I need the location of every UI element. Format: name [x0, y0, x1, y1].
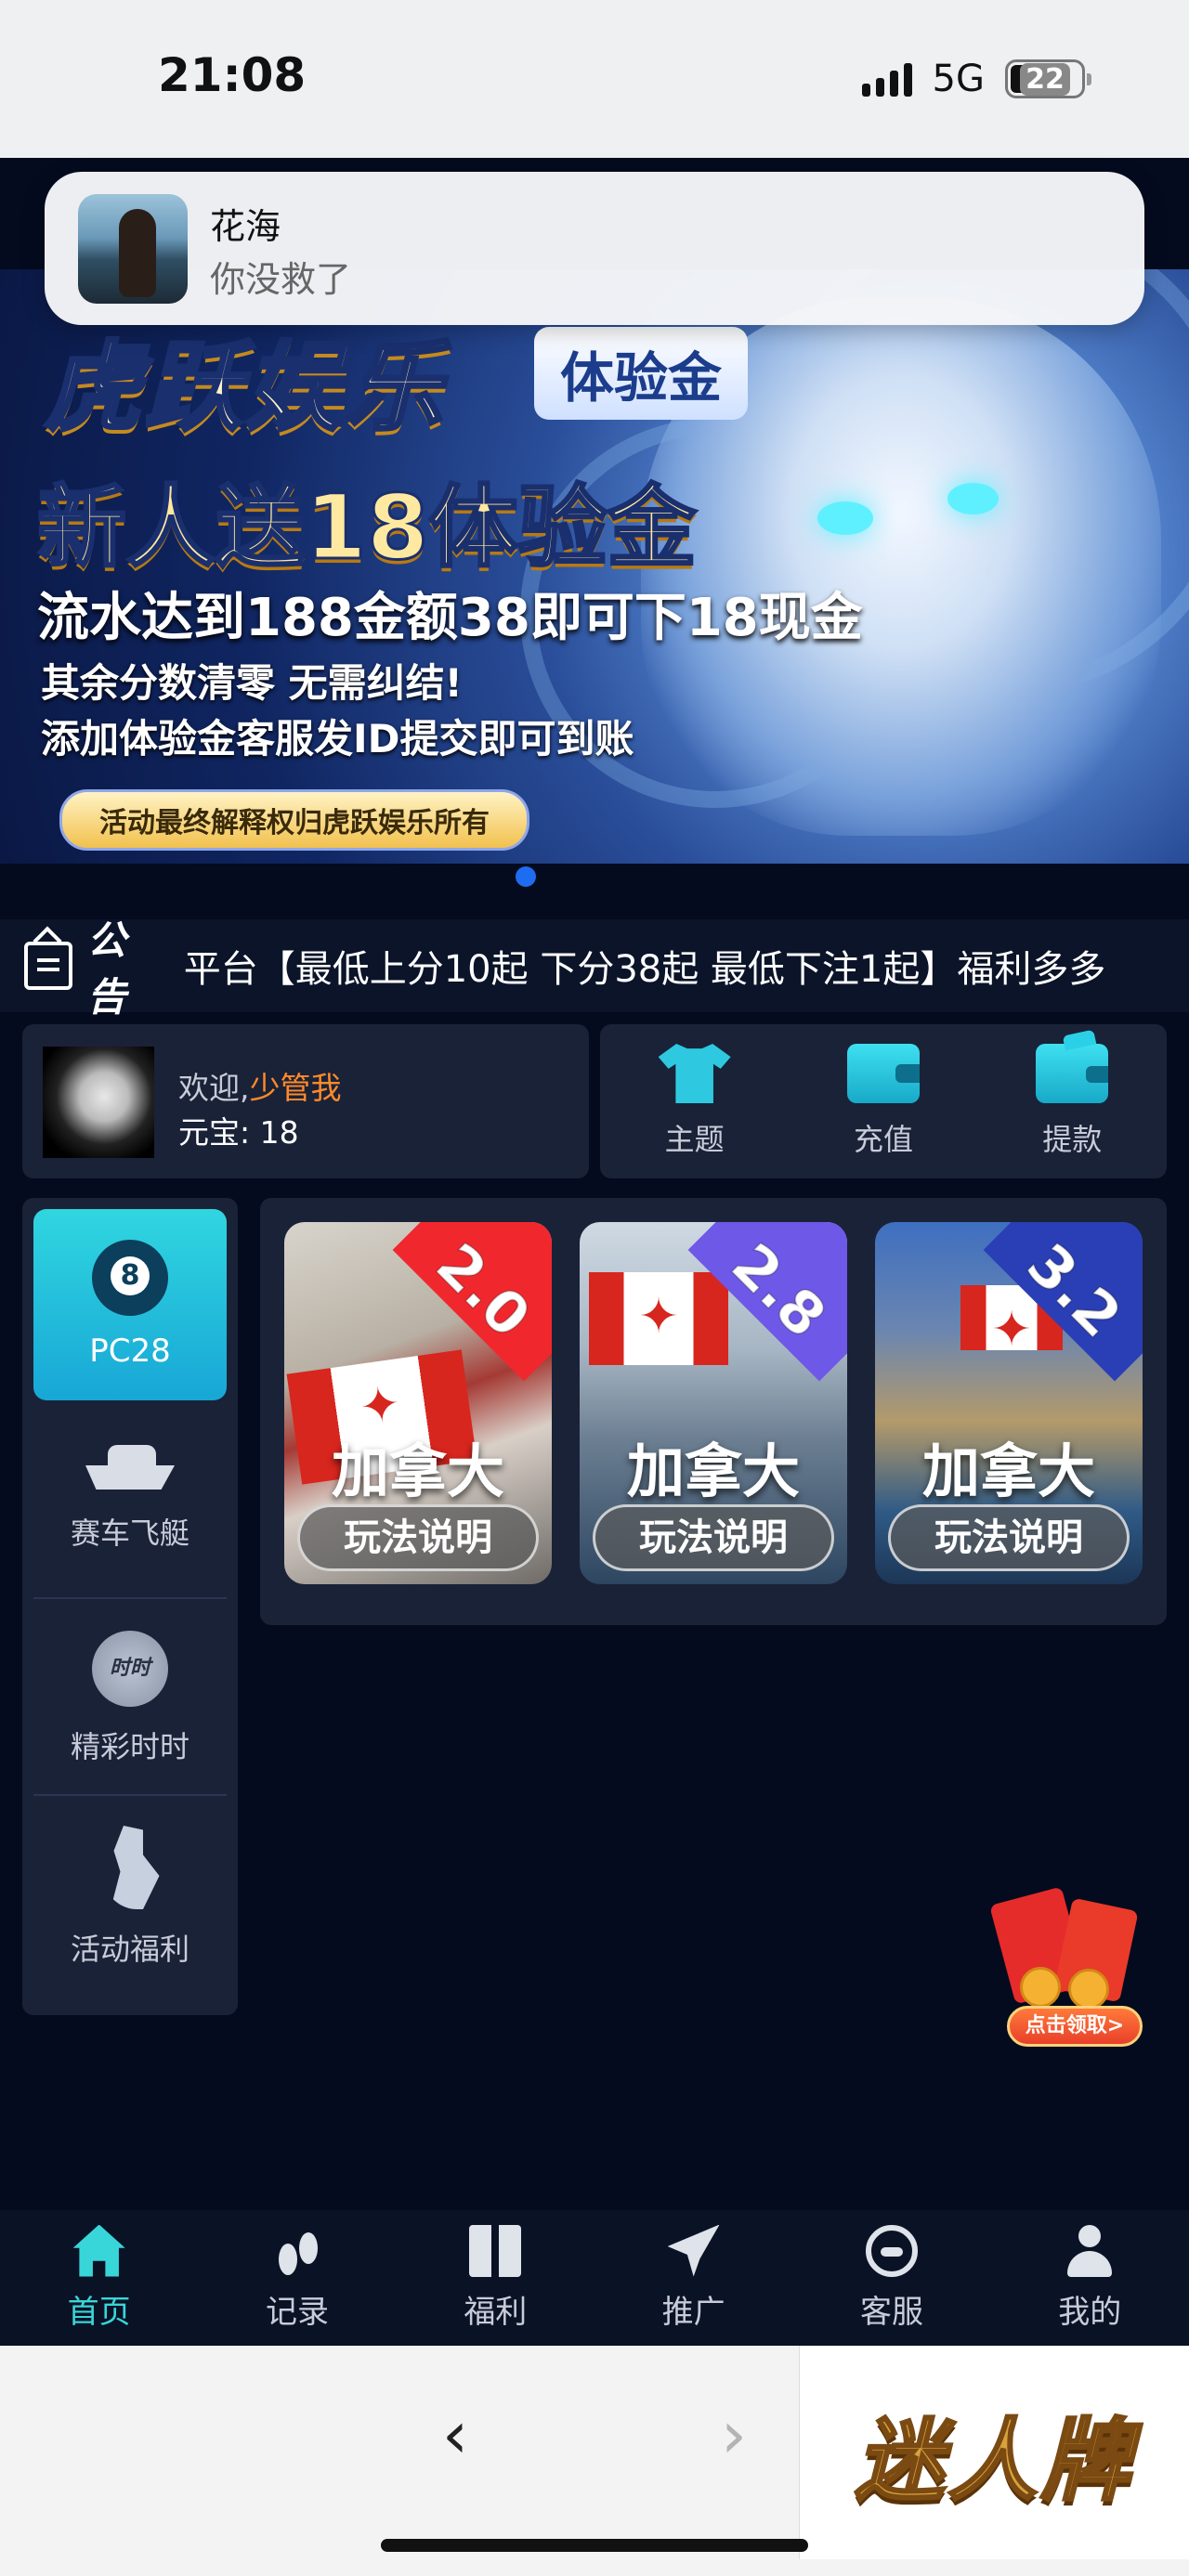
user-card: 欢迎,少管我 元宝: 18: [22, 1024, 589, 1178]
avatar[interactable]: [43, 1047, 154, 1158]
category-label: 精彩时时: [70, 1729, 189, 1764]
coins-value: 18: [259, 1114, 299, 1151]
category-promotions[interactable]: 活动福利: [22, 1826, 238, 1969]
gift-icon: [469, 2224, 522, 2277]
pool-ball-icon: 8: [92, 1240, 168, 1316]
category-racing[interactable]: 赛车飞艇: [22, 1438, 238, 1553]
home-indicator[interactable]: [381, 2539, 808, 2552]
announcement-icon: [24, 942, 72, 990]
category-shishi[interactable]: 时时 精彩时时: [22, 1631, 238, 1766]
notification-avatar: [78, 194, 188, 304]
tab-label: 客服: [859, 2293, 923, 2331]
clock-icon: 时时: [92, 1631, 168, 1707]
divider: [33, 1597, 227, 1599]
banner-footer: 活动最终解释权归虎跃娱乐所有: [59, 789, 529, 851]
tab-mine[interactable]: 我的: [997, 2224, 1182, 2332]
announcement-text: 平台【最低上分10起 下分38起 最低下注1起】福利多多: [183, 948, 1106, 991]
tab-label: 推广: [661, 2293, 725, 2331]
shirt-icon: [658, 1044, 731, 1103]
bottom-tab-bar: 首页 记录 福利 推广 客服 我的: [0, 2210, 1189, 2346]
home-icon: [72, 2224, 125, 2277]
tab-promote[interactable]: 推广: [601, 2224, 787, 2332]
banner-brand: 虎跃娱乐: [43, 329, 447, 446]
game-name: 加拿大: [626, 1438, 800, 1505]
footprint-icon: [271, 2225, 323, 2277]
user-icon: [1064, 2224, 1116, 2277]
theme-button[interactable]: 主题: [621, 1044, 769, 1159]
rules-button[interactable]: 玩法说明: [593, 1504, 834, 1571]
tab-label: 我的: [1058, 2293, 1122, 2331]
pagination-dot-active[interactable]: [516, 866, 536, 887]
game-card[interactable]: 2.8 加拿大 玩法说明: [580, 1222, 847, 1584]
push-notification[interactable]: 花海 你没救了: [45, 172, 1144, 325]
notification-message: 你没救了: [210, 259, 352, 300]
paper-plane-icon: [667, 2224, 720, 2277]
forward-button[interactable]: ›: [706, 2398, 762, 2472]
battery-icon: 22: [1005, 59, 1091, 98]
rules-button[interactable]: 玩法说明: [888, 1504, 1130, 1571]
coin-icon: [1020, 1967, 1061, 2008]
banner-headline: 新人送18体验金: [36, 475, 699, 581]
withdraw-label: 提款: [1042, 1122, 1103, 1157]
tab-records[interactable]: 记录: [204, 2225, 390, 2332]
claim-label: 点击领取>: [1007, 2006, 1143, 2047]
ad-text: 迷人牌: [854, 2407, 1134, 2514]
battery-level: 22: [1020, 62, 1070, 96]
red-envelope-button[interactable]: 点击领取>: [983, 1886, 1143, 2052]
category-sidebar: 8 PC28 赛车飞艇 时时 精彩时时 活动福利: [22, 1198, 238, 2015]
status-bar: 21:08 5G 22: [0, 0, 1189, 158]
banner-line2: 流水达到188金额38即可下18现金: [37, 588, 863, 648]
withdraw-icon: [1036, 1044, 1109, 1103]
announcement-bar[interactable]: 公告 平台【最低上分10起 下分38起 最低下注1起】福利多多: [0, 917, 1189, 1020]
category-label: 活动福利: [70, 1932, 189, 1967]
status-time: 21:08: [158, 48, 307, 102]
tab-welfare[interactable]: 福利: [402, 2224, 588, 2332]
welcome-label: 欢迎,: [178, 1070, 250, 1106]
game-name: 加拿大: [921, 1438, 1095, 1505]
rules-button[interactable]: 玩法说明: [297, 1504, 539, 1571]
boat-icon: [85, 1438, 175, 1493]
game-list: 2.0 加拿大 玩法说明 2.8 加拿大 玩法说明 3.2 加拿大 玩法说明: [260, 1198, 1167, 1625]
recharge-button[interactable]: 充值: [809, 1044, 958, 1159]
banner-line4: 添加体验金客服发ID提交即可到账: [41, 716, 634, 761]
game-name: 加拿大: [331, 1438, 504, 1505]
ad-overlay[interactable]: 迷人牌: [799, 2346, 1189, 2559]
tab-label: 记录: [265, 2293, 329, 2331]
headset-icon: [865, 2224, 918, 2277]
girl-icon: [111, 1826, 160, 1909]
game-card[interactable]: 2.0 加拿大 玩法说明: [284, 1222, 552, 1584]
recharge-label: 充值: [853, 1122, 913, 1157]
divider: [33, 1794, 227, 1796]
username: 少管我: [249, 1070, 342, 1106]
tab-label: 福利: [464, 2293, 528, 2331]
theme-label: 主题: [664, 1122, 725, 1157]
wallet-icon: [846, 1044, 920, 1103]
banner-line3: 其余分数清零 无需纠结!: [41, 660, 463, 706]
tab-label: 首页: [67, 2293, 131, 2331]
notification-title: 花海: [210, 206, 281, 247]
back-button[interactable]: ‹: [427, 2398, 483, 2472]
banner-tag: 体验金: [534, 327, 749, 420]
coins-label: 元宝:: [178, 1114, 251, 1151]
signal-icon: [861, 61, 912, 97]
announcement-label: 公告: [86, 917, 126, 1020]
network-type: 5G: [932, 58, 985, 100]
tab-support[interactable]: 客服: [799, 2224, 985, 2332]
category-label: PC28: [89, 1333, 171, 1370]
banner-pagination: [0, 866, 1189, 889]
coin-icon: [1068, 1969, 1109, 2010]
canada-flag-icon: [589, 1272, 728, 1365]
category-label: 赛车飞艇: [70, 1516, 189, 1551]
tab-home[interactable]: 首页: [7, 2224, 192, 2332]
withdraw-button[interactable]: 提款: [998, 1044, 1146, 1159]
category-pc28[interactable]: 8 PC28: [33, 1209, 227, 1400]
promo-banner[interactable]: 虎跃娱乐 体验金 新人送18体验金 流水达到188金额38即可下18现金 其余分…: [0, 269, 1189, 864]
quick-actions: 主题 充值 提款: [600, 1024, 1167, 1178]
game-card[interactable]: 3.2 加拿大 玩法说明: [875, 1222, 1143, 1584]
